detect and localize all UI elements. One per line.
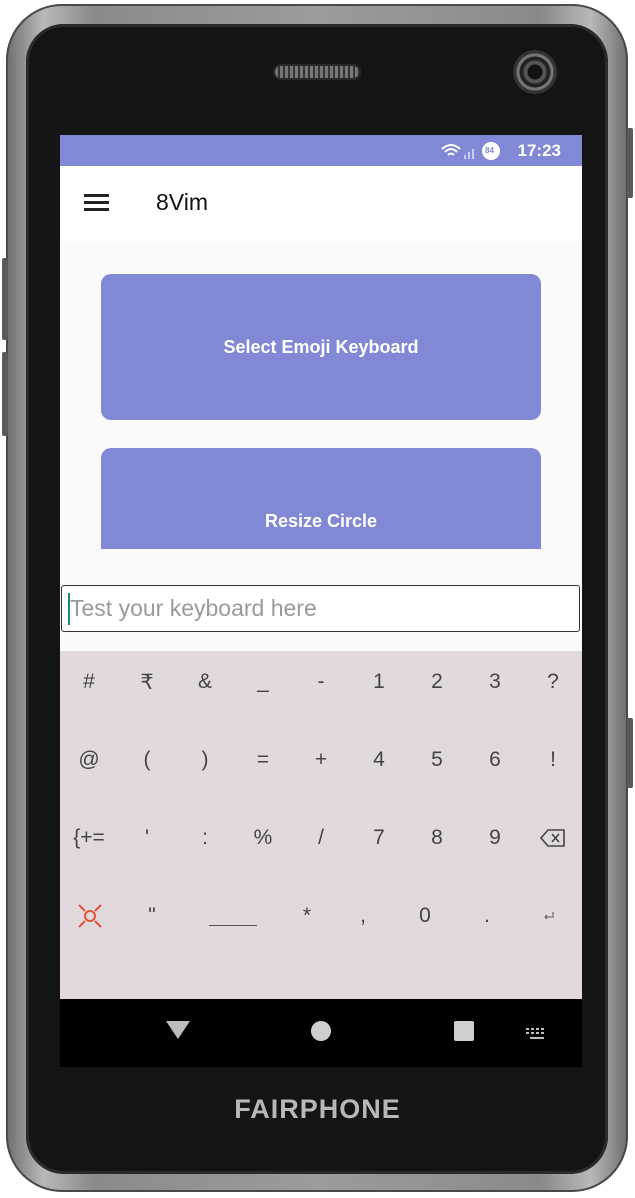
key-slash[interactable]: / bbox=[292, 808, 350, 868]
key-7[interactable]: 7 bbox=[350, 808, 408, 868]
key-minus[interactable]: - bbox=[292, 652, 350, 712]
keyboard-icon[interactable] bbox=[526, 1025, 548, 1044]
key-4[interactable]: 4 bbox=[350, 730, 408, 790]
key-more-symbols[interactable]: {+= bbox=[60, 808, 118, 868]
key-3[interactable]: 3 bbox=[466, 652, 524, 712]
space-bar-line bbox=[209, 924, 257, 926]
key-1[interactable]: 1 bbox=[350, 652, 408, 712]
key-period[interactable]: . bbox=[458, 886, 516, 946]
key-colon[interactable]: : bbox=[176, 808, 234, 868]
signal-icon bbox=[464, 149, 474, 159]
resize-circle-button[interactable]: Resize Circle bbox=[101, 448, 541, 549]
enter-icon bbox=[544, 912, 554, 920]
content-scroll-area[interactable]: Select Emoji Keyboard Resize Circle bbox=[60, 241, 582, 549]
key-comma[interactable]: , bbox=[334, 886, 392, 946]
volume-button-2 bbox=[2, 352, 8, 436]
backspace-key[interactable] bbox=[524, 808, 582, 868]
home-circle-icon[interactable] bbox=[311, 1021, 331, 1041]
test-keyboard-input[interactable] bbox=[61, 585, 580, 632]
8vim-switch-icon bbox=[78, 904, 102, 928]
key-2[interactable]: 2 bbox=[408, 652, 466, 712]
enter-key[interactable] bbox=[520, 886, 578, 946]
key-plus[interactable]: + bbox=[292, 730, 350, 790]
app-title: 8Vim bbox=[156, 189, 208, 215]
key-ampersand[interactable]: & bbox=[176, 652, 234, 712]
key-double-quote[interactable]: " bbox=[123, 886, 181, 946]
backspace-icon bbox=[540, 829, 565, 847]
status-time: 17:23 bbox=[517, 141, 561, 160]
key-0[interactable]: 0 bbox=[396, 886, 454, 946]
battery-level: 84 bbox=[485, 146, 494, 155]
key-exclamation[interactable]: ! bbox=[524, 730, 582, 790]
key-6[interactable]: 6 bbox=[466, 730, 524, 790]
wifi-icon bbox=[441, 144, 461, 156]
key-asterisk[interactable]: * bbox=[278, 886, 336, 946]
key-at[interactable]: @ bbox=[60, 730, 118, 790]
key-equals[interactable]: = bbox=[234, 730, 292, 790]
status-icons: 84 bbox=[440, 141, 500, 161]
key-hash[interactable]: # bbox=[60, 652, 118, 712]
back-triangle-icon[interactable] bbox=[166, 1021, 190, 1039]
space-key[interactable] bbox=[203, 886, 263, 946]
status-bar: 84 17:23 bbox=[60, 135, 582, 166]
key-rupee[interactable]: ₹ bbox=[118, 652, 176, 712]
navigation-bar bbox=[60, 999, 582, 1067]
key-question[interactable]: ? bbox=[524, 652, 582, 712]
hamburger-menu-icon[interactable] bbox=[84, 194, 109, 212]
key-open-paren[interactable]: ( bbox=[118, 730, 176, 790]
select-emoji-keyboard-button[interactable]: Select Emoji Keyboard bbox=[101, 274, 541, 420]
recents-square-icon[interactable] bbox=[454, 1021, 474, 1041]
text-cursor bbox=[68, 593, 70, 625]
app-bar: 8Vim bbox=[60, 166, 582, 241]
key-5[interactable]: 5 bbox=[408, 730, 466, 790]
key-underscore[interactable]: _ bbox=[234, 652, 292, 712]
device-brand-logo: FAIRPHONE bbox=[234, 1094, 401, 1124]
front-camera bbox=[513, 50, 557, 94]
phone-screen: 84 17:23 8Vim Select Emoji Keyboard Resi… bbox=[60, 135, 582, 999]
key-8[interactable]: 8 bbox=[408, 808, 466, 868]
symbol-keyboard: # ₹ & _ - 1 2 3 ? @ ( ) = + 4 5 6 ! {+= … bbox=[60, 651, 582, 999]
8vim-switch-key[interactable] bbox=[61, 886, 119, 946]
volume-button bbox=[2, 258, 8, 340]
key-percent[interactable]: % bbox=[234, 808, 292, 868]
key-close-paren[interactable]: ) bbox=[176, 730, 234, 790]
power-button bbox=[627, 128, 633, 198]
earpiece-speaker bbox=[275, 66, 359, 78]
key-9[interactable]: 9 bbox=[466, 808, 524, 868]
key-apostrophe[interactable]: ' bbox=[118, 808, 176, 868]
side-button bbox=[627, 718, 633, 788]
